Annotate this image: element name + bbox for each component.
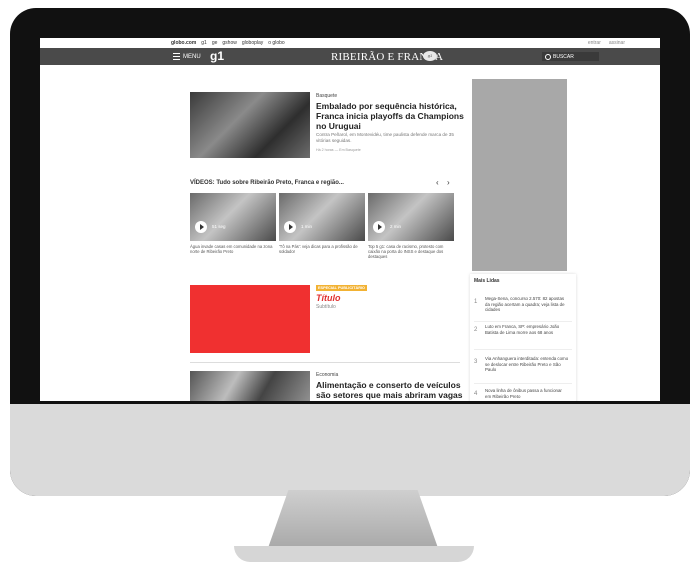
menu-label: MENU	[183, 53, 201, 60]
video-caption-1[interactable]: Água invade casas em comunidade na zona …	[190, 244, 276, 254]
video-thumb-2[interactable]: 1 min	[279, 193, 365, 241]
mais-lidas-title: Mais Lidas	[474, 278, 500, 284]
story2-kicker: Economia	[316, 372, 339, 378]
videos-section-title[interactable]: VÍDEOS: Tudo sobre Ribeirão Preto, Franc…	[190, 180, 344, 186]
mais-lidas-rank: 2	[474, 327, 478, 333]
mais-lidas-panel: Mais Lidas 1 Mega-Sena, concurso 2.570: …	[470, 274, 576, 401]
lead-story-meta: Há 2 horas — Em Basquete	[316, 148, 361, 152]
monitor-stand-base	[234, 546, 474, 562]
lead-story-kicker: Basquete	[316, 93, 338, 99]
video-thumb-3[interactable]: 2 min	[368, 193, 454, 241]
topbar-link-globo[interactable]: globo.com	[171, 40, 196, 46]
promo-subtitle: Subtítulo	[316, 304, 336, 310]
browser-screen: globo.com g1 ge gshow globoplay o globo …	[40, 38, 660, 401]
search-button[interactable]: BUSCAR	[542, 52, 599, 61]
mais-lidas-rank: 4	[474, 391, 478, 397]
g1-logo[interactable]: g1	[210, 49, 224, 63]
promo-image-placeholder[interactable]	[190, 285, 310, 353]
regional-logo-icon: g1	[423, 51, 437, 61]
mais-lidas-item[interactable]: 1 Mega-Sena, concurso 2.570: 82 apostas …	[474, 296, 572, 322]
topbar-link-oglobo[interactable]: o globo	[268, 40, 284, 46]
global-top-bar: globo.com g1 ge gshow globoplay o globo …	[40, 38, 660, 48]
mais-lidas-rank: 1	[474, 299, 478, 305]
topbar-link-globoplay[interactable]: globoplay	[242, 40, 263, 46]
mais-lidas-text[interactable]: Via Anhanguera interditada: entenda como…	[485, 356, 569, 373]
play-icon	[284, 221, 296, 233]
story2-image[interactable]	[190, 371, 310, 401]
topbar-link-ge[interactable]: ge	[212, 40, 218, 46]
search-icon	[545, 53, 551, 60]
topbar-link-g1[interactable]: g1	[201, 40, 207, 46]
carousel-prev-button[interactable]: ‹	[436, 178, 439, 187]
site-header: MENU g1 RIBEIRÃO E FRANCA g1 BUSCAR	[40, 48, 660, 65]
section-divider	[190, 362, 460, 363]
lead-story-headline[interactable]: Embalado por sequência histórica, Franca…	[316, 101, 464, 131]
lead-story-image[interactable]	[190, 92, 310, 158]
mais-lidas-item[interactable]: 3 Via Anhanguera interditada: entenda co…	[474, 356, 572, 384]
ad-banner-placeholder[interactable]	[472, 79, 567, 271]
mais-lidas-item[interactable]: 4 Nova linha de ônibus passa a funcionar…	[474, 388, 572, 401]
mais-lidas-rank: 3	[474, 359, 478, 365]
story2-headline[interactable]: Alimentação e conserto de veículos são s…	[316, 380, 464, 401]
topbar-link-gshow[interactable]: gshow	[222, 40, 236, 46]
promo-badge: ESPECIAL PUBLICITÁRIO	[316, 285, 367, 291]
video-thumb-1[interactable]: 51 seg	[190, 193, 276, 241]
mais-lidas-text[interactable]: Luto em Franca, SP: empresário João Bati…	[485, 324, 569, 335]
lead-story-subtitle: Contra Peñarol, em Montevidéu, time paul…	[316, 132, 454, 143]
monitor-chin	[10, 404, 690, 496]
menu-button[interactable]: MENU	[173, 53, 201, 60]
search-label: BUSCAR	[553, 53, 574, 60]
video-caption-2[interactable]: 'Tô na Pás': veja dicas para a profissão…	[279, 244, 365, 254]
mais-lidas-text[interactable]: Mega-Sena, concurso 2.570: 82 apostas da…	[485, 296, 569, 313]
subscribe-link[interactable]: assinar	[609, 40, 625, 46]
carousel-next-button[interactable]: ›	[447, 178, 450, 187]
hamburger-icon	[173, 53, 180, 60]
monitor-frame: globo.com g1 ge gshow globoplay o globo …	[10, 8, 690, 496]
video-duration: 2 min	[390, 224, 402, 229]
video-duration: 1 min	[301, 224, 313, 229]
video-caption-3[interactable]: Top 5 g1: casa de racismo, protesto com …	[368, 244, 454, 259]
promo-title[interactable]: Título	[316, 293, 341, 303]
monitor-stand-neck	[268, 490, 438, 548]
play-icon	[373, 221, 385, 233]
login-link[interactable]: entrar	[588, 40, 601, 46]
video-duration: 51 seg	[212, 224, 226, 229]
mais-lidas-item[interactable]: 2 Luto em Franca, SP: empresário João Ba…	[474, 324, 572, 350]
mais-lidas-text[interactable]: Nova linha de ônibus passa a funcionar e…	[485, 388, 569, 399]
play-icon	[195, 221, 207, 233]
